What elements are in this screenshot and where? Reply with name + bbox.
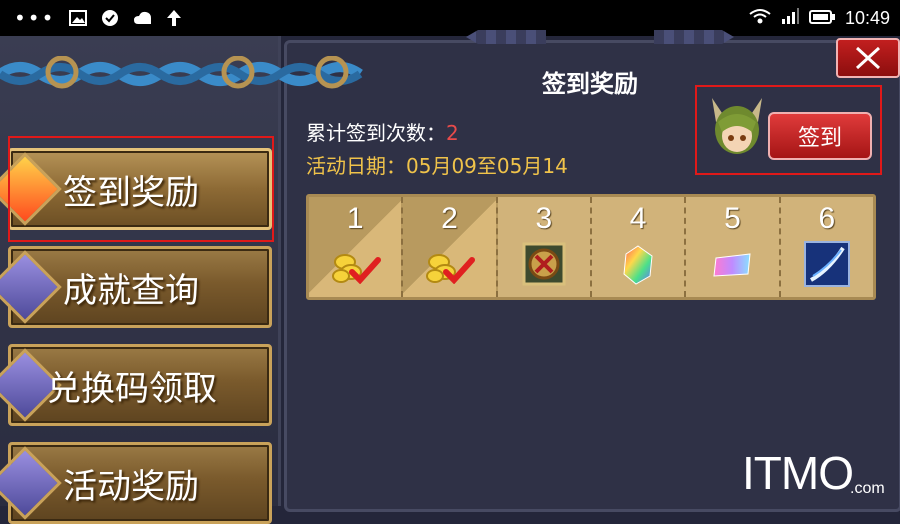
day-cell[interactable]: 3 xyxy=(498,197,592,297)
day-number: 6 xyxy=(818,202,836,235)
rainbow-crystal-icon xyxy=(614,240,662,288)
menu-item-label: 成就查询 xyxy=(63,270,199,311)
watermark-suffix: .com xyxy=(850,480,885,497)
menu-item-redeem-code[interactable]: 兑换码领取 xyxy=(0,344,272,426)
day-cell[interactable]: 1 xyxy=(309,197,404,297)
wifi-icon xyxy=(749,8,771,28)
signin-highlight-box xyxy=(695,85,882,175)
day-number: 5 xyxy=(724,202,741,235)
signin-count-label: 累计签到次数： xyxy=(306,121,446,145)
menu-highlight-box xyxy=(8,136,274,242)
menu-item-label: 兑换码领取 xyxy=(47,368,217,409)
event-date: 活动日期：05月09至05月14 xyxy=(306,154,568,178)
image-icon xyxy=(69,9,88,27)
gold-coins-icon xyxy=(425,240,476,288)
gold-coins-icon xyxy=(331,240,382,288)
menu-panel: 签到奖励 成就查询 兑换码领取 活动奖励 xyxy=(0,36,281,524)
check-mark-icon xyxy=(443,257,476,284)
menu-item-label: 活动奖励 xyxy=(63,466,199,507)
upload-arrow-icon xyxy=(165,9,183,27)
battery-icon xyxy=(808,9,835,28)
day-number: 2 xyxy=(441,202,458,235)
day-cell[interactable]: 2 xyxy=(403,197,498,297)
more-dots-icon: ••• xyxy=(14,6,56,30)
watermark-logo: ITMO xyxy=(742,447,854,499)
status-bar: ••• 10:49 xyxy=(0,0,900,36)
menu-item-achievement-query[interactable]: 成就查询 xyxy=(0,246,272,328)
close-icon xyxy=(855,46,881,70)
check-circle-icon xyxy=(101,9,119,27)
day-number: 1 xyxy=(346,202,364,235)
day-number: 3 xyxy=(535,202,553,235)
clock-time: 10:49 xyxy=(844,7,890,28)
purple-gem-icon xyxy=(0,250,62,324)
title-ornament-left xyxy=(466,30,546,44)
day-number: 4 xyxy=(629,202,647,235)
signin-count: 累计签到次数：2 xyxy=(306,117,459,146)
menu-item-event-reward[interactable]: 活动奖励 xyxy=(0,442,272,524)
rainbow-ticket-icon xyxy=(708,240,756,288)
medal-icon xyxy=(520,240,568,288)
day-cell[interactable]: 6 xyxy=(781,197,873,297)
close-button[interactable] xyxy=(836,38,900,78)
daily-reward-strip: 1 2 3 4 5 6 xyxy=(306,194,876,300)
check-mark-icon xyxy=(349,257,382,284)
sword-slash-icon xyxy=(803,240,851,288)
day-cell[interactable]: 4 xyxy=(592,197,687,297)
day-cell[interactable]: 5 xyxy=(686,197,781,297)
signal-icon xyxy=(781,8,799,28)
cloud-icon xyxy=(133,9,152,27)
purple-gem-icon xyxy=(0,446,62,520)
signin-count-value: 2 xyxy=(446,121,459,145)
title-ornament-right xyxy=(654,30,734,44)
